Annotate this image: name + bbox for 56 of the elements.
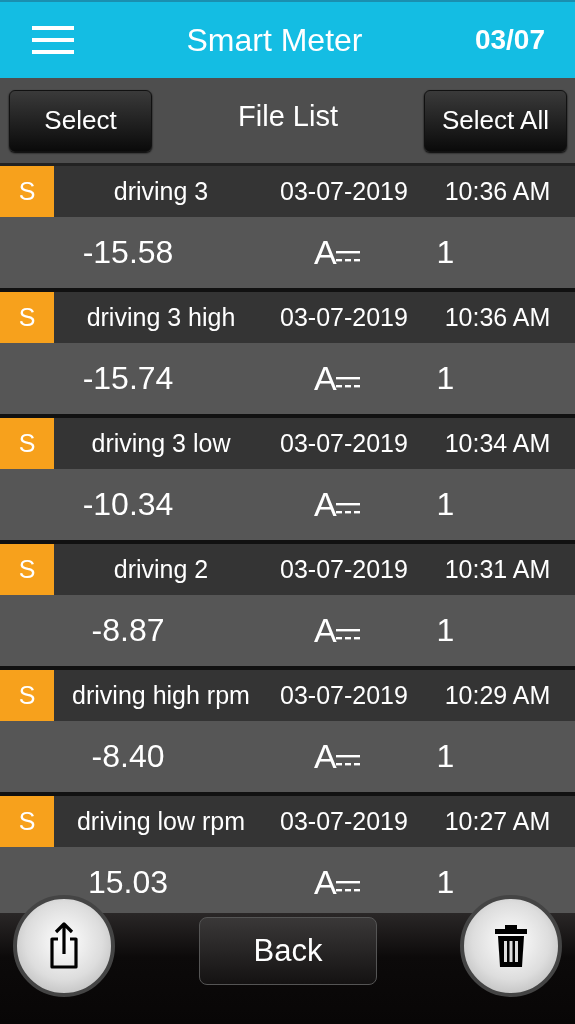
dc-symbol-icon: [335, 250, 360, 264]
status-badge: S: [0, 796, 54, 847]
reading-value: 15.03: [86, 864, 170, 901]
unit-label: A: [314, 611, 337, 650]
file-name[interactable]: driving 3 low: [54, 429, 268, 458]
reading-value: -15.58: [81, 234, 175, 271]
record-count: 1: [435, 864, 456, 901]
status-badge: S: [0, 418, 54, 469]
file-time: 10:36 AM: [443, 303, 552, 332]
unit-label: A: [314, 485, 337, 524]
record-count: 1: [435, 612, 456, 649]
unit-label: A: [314, 737, 337, 776]
file-name[interactable]: driving low rpm: [54, 807, 268, 836]
select-button[interactable]: Select: [9, 89, 152, 152]
reading-value: -8.40: [90, 738, 166, 775]
dc-symbol-icon: [335, 628, 360, 642]
status-badge: S: [0, 670, 54, 721]
reading-value: -15.74: [81, 360, 175, 397]
share-icon: [49, 922, 79, 970]
record-count: 1: [435, 234, 456, 271]
status-badge: S: [0, 292, 54, 343]
file-date: 03-07-2019: [279, 681, 409, 710]
date-label: 03/07: [474, 24, 545, 56]
file-name[interactable]: driving 3 high: [54, 303, 268, 332]
dc-symbol-icon: [335, 880, 360, 894]
file-name[interactable]: driving 2: [54, 555, 268, 584]
status-badge: S: [0, 166, 54, 217]
reading-value: -10.34: [81, 486, 175, 523]
file-time: 10:34 AM: [443, 429, 552, 458]
record-count: 1: [435, 738, 456, 775]
back-button[interactable]: Back: [199, 917, 377, 985]
file-date: 03-07-2019: [279, 303, 409, 332]
file-date: 03-07-2019: [279, 555, 409, 584]
record-count: 1: [435, 360, 456, 397]
select-all-button[interactable]: Select All: [424, 89, 567, 152]
reading-value: -8.87: [90, 612, 166, 649]
record-count: 1: [435, 486, 456, 523]
unit-label: A: [314, 863, 337, 902]
trash-icon: [493, 923, 529, 969]
unit-label: A: [314, 359, 337, 398]
file-time: 10:31 AM: [443, 555, 552, 584]
file-name[interactable]: driving high rpm: [54, 681, 268, 710]
app-title: Smart Meter: [185, 21, 364, 59]
file-date: 03-07-2019: [279, 429, 409, 458]
file-date: 03-07-2019: [279, 177, 409, 206]
file-time: 10:29 AM: [443, 681, 552, 710]
file-name[interactable]: driving 3: [54, 177, 268, 206]
file-time: 10:27 AM: [443, 807, 552, 836]
list-title: File List: [237, 100, 339, 133]
unit-label: A: [314, 233, 337, 272]
file-time: 10:36 AM: [443, 177, 552, 206]
file-date: 03-07-2019: [279, 807, 409, 836]
dc-symbol-icon: [335, 502, 360, 516]
dc-symbol-icon: [335, 376, 360, 390]
status-badge: S: [0, 544, 54, 595]
dc-symbol-icon: [335, 754, 360, 768]
